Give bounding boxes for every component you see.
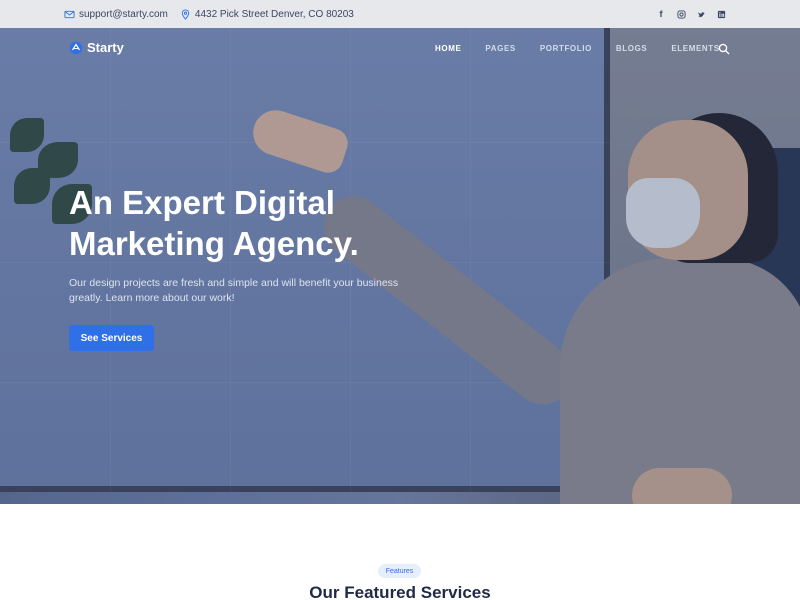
- social-links: f: [656, 0, 726, 28]
- linkedin-icon[interactable]: [717, 10, 726, 19]
- features-badge: Features: [378, 564, 421, 578]
- contact-info: support@starty.com 4432 Pick Street Denv…: [64, 0, 354, 28]
- twitter-icon[interactable]: [697, 10, 706, 19]
- address-item: 4432 Pick Street Denver, CO 80203: [180, 9, 354, 20]
- email-text: support@starty.com: [79, 8, 168, 20]
- nav-item-home[interactable]: HOME: [435, 44, 461, 53]
- top-bar: support@starty.com 4432 Pick Street Denv…: [0, 0, 800, 28]
- logo-icon: [69, 41, 83, 54]
- logo[interactable]: Starty: [69, 40, 124, 55]
- search-icon[interactable]: [718, 43, 730, 55]
- see-services-button[interactable]: See Services: [69, 325, 154, 351]
- nav-item-pages[interactable]: PAGES: [485, 44, 515, 53]
- location-pin-icon: [181, 9, 190, 20]
- mail-icon: [64, 10, 75, 18]
- hero-headline: An Expert Digital Marketing Agency.: [69, 182, 449, 264]
- hero-section: [0, 28, 800, 504]
- hero-headline-line1: An Expert Digital: [69, 184, 335, 221]
- nav-menu: HOME PAGES PORTFOLIO BLOGS ELEMENTS: [435, 44, 720, 53]
- nav-item-blogs[interactable]: BLOGS: [616, 44, 647, 53]
- nav-item-elements[interactable]: ELEMENTS: [671, 44, 719, 53]
- logo-text: Starty: [87, 40, 124, 55]
- instagram-icon[interactable]: [677, 9, 686, 19]
- section-title: Our Featured Services: [309, 583, 491, 600]
- main-nav: Starty HOME PAGES PORTFOLIO BLOGS ELEMEN…: [0, 28, 800, 72]
- hero-subtext: Our design projects are fresh and simple…: [69, 277, 399, 304]
- hero-headline-line2: Marketing Agency.: [69, 225, 359, 262]
- address-text: 4432 Pick Street Denver, CO 80203: [194, 8, 354, 20]
- facebook-icon[interactable]: f: [656, 9, 666, 19]
- nav-item-portfolio[interactable]: PORTFOLIO: [540, 44, 592, 53]
- hero-overlay: [0, 28, 800, 504]
- email-link[interactable]: support@starty.com: [64, 9, 168, 20]
